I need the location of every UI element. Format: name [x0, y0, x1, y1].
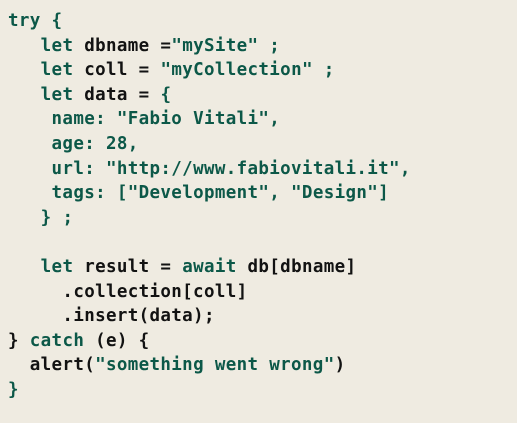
code-line: alert("something went wrong"): [8, 353, 517, 378]
code-line: let result = await db[dbname]: [8, 255, 517, 280]
code-line: .collection[coll]: [8, 280, 517, 305]
code-token: } ;: [40, 207, 74, 228]
code-line: } ;: [8, 206, 517, 231]
code-line: url: "http://www.fabiovitali.it",: [8, 157, 517, 182]
code-token: }: [8, 379, 19, 400]
code-token: 28,: [105, 133, 139, 154]
code-token: catch: [29, 330, 85, 351]
code-token: {: [160, 84, 172, 105]
code-token: "myCollection": [160, 60, 313, 81]
code-token: }: [8, 330, 30, 351]
code-token: data =: [73, 84, 161, 105]
code-token: tags:: [51, 183, 106, 204]
code-line: let data = {: [8, 83, 517, 108]
code-token: let: [40, 256, 74, 277]
code-token: (e) {: [84, 330, 150, 351]
code-token: .collection[coll]: [8, 281, 248, 302]
code-token: ["Development", "Design"]: [116, 183, 390, 204]
code-token: await: [182, 256, 237, 277]
code-token: ): [334, 355, 346, 376]
code-token: db[dbname]: [236, 256, 357, 277]
code-token: "http://www.fabiovitali.it",: [105, 158, 411, 179]
code-token: let: [40, 84, 74, 105]
code-snippet: try { let dbname ="mySite" ; let coll = …: [0, 0, 517, 423]
code-token: result =: [73, 256, 183, 277]
code-token: let: [40, 35, 74, 56]
code-token: url:: [51, 158, 96, 179]
code-token: "something went wrong": [95, 355, 335, 376]
code-token: age:: [51, 133, 96, 154]
code-token: "Fabio Vitali",: [116, 109, 281, 130]
code-token: ;: [258, 35, 281, 56]
code-token: let: [40, 60, 74, 81]
code-line: let dbname ="mySite" ;: [8, 34, 517, 59]
code-token: alert(: [8, 355, 96, 376]
code-line: tags: ["Development", "Design"]: [8, 181, 517, 206]
code-token: try {: [8, 11, 63, 31]
code-line: } catch (e) {: [8, 329, 517, 354]
code-line: name: "Fabio Vitali",: [8, 107, 517, 132]
code-line: }: [8, 378, 517, 403]
code-token: "mySite": [171, 35, 259, 56]
code-line: .insert(data);: [8, 304, 517, 329]
code-line: age: 28,: [8, 132, 517, 157]
code-line: try {: [8, 9, 517, 34]
code-token: name:: [51, 109, 106, 130]
code-token: .insert(data);: [8, 306, 215, 327]
code-token: coll =: [73, 60, 161, 81]
code-token: dbname =: [73, 35, 172, 56]
code-token: ;: [312, 60, 335, 81]
code-line: let coll = "myCollection" ;: [8, 58, 517, 83]
